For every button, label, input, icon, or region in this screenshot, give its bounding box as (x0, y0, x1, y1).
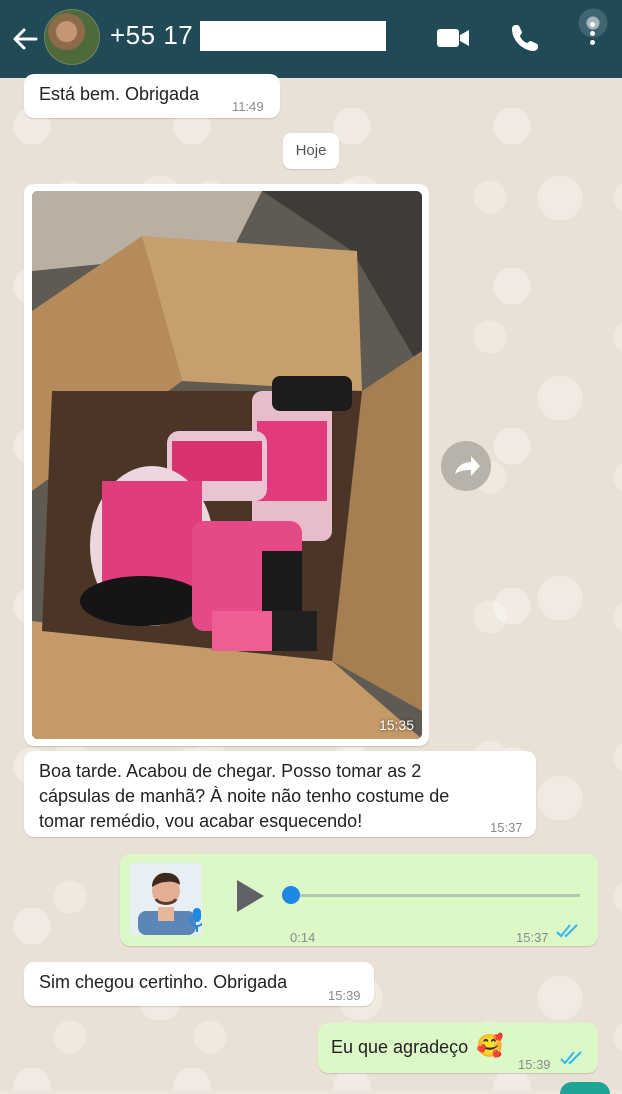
voice-duration: 0:14 (290, 930, 316, 945)
read-receipt-icon (556, 924, 578, 938)
menu-dot (590, 31, 595, 36)
message-time: 15:37 (490, 820, 523, 835)
message-text: Está bem. Obrigada (39, 84, 200, 104)
menu-dot (590, 40, 595, 45)
chat-header: +55 17 (0, 0, 622, 78)
voice-progress-track[interactable] (290, 894, 580, 897)
message-text: Sim chegou certinho. Obrigada (39, 972, 288, 992)
message-time: 15:39 (518, 1057, 551, 1072)
floating-action-button[interactable] (560, 1082, 610, 1094)
contact-name[interactable]: +55 17 (110, 20, 193, 51)
back-arrow-icon[interactable] (10, 24, 40, 54)
play-icon[interactable] (234, 878, 266, 914)
video-call-icon[interactable] (436, 26, 470, 50)
microphone-icon (189, 908, 202, 932)
smiling-face-with-hearts-emoji: 🥰 (476, 1033, 504, 1058)
message-text: Eu que agradeço (331, 1037, 469, 1057)
phone-call-icon[interactable] (510, 22, 540, 52)
contact-avatar[interactable] (44, 9, 100, 65)
message-text: Boa tarde. Acabou de chegar. Posso tomar… (39, 759, 519, 834)
message-outgoing[interactable]: Eu que agradeço 🥰 15:39 (318, 1023, 598, 1073)
menu-dot (590, 22, 595, 27)
read-receipt-icon (560, 1051, 582, 1065)
message-incoming[interactable]: Sim chegou certinho. Obrigada 15:39 (24, 962, 374, 1006)
forward-button[interactable] (441, 441, 491, 491)
forward-arrow-icon (455, 456, 480, 476)
message-time: 11:49 (232, 99, 264, 114)
message-line: Boa tarde. Acabou de chegar. Posso tomar… (39, 761, 422, 781)
message-incoming[interactable]: Boa tarde. Acabou de chegar. Posso tomar… (24, 751, 536, 837)
redacted-number-box (200, 21, 386, 51)
message-line: tomar remédio, vou acabar esquecendo! (39, 811, 363, 831)
message-time: 15:39 (328, 988, 361, 1003)
message-incoming[interactable]: Está bem. Obrigada 11:49 (24, 74, 280, 118)
voice-sender-avatar (130, 863, 202, 935)
voice-progress-knob[interactable] (282, 886, 300, 904)
message-time: 15:35 (378, 717, 414, 733)
message-line: cápsulas de manhã? À noite não tenho cos… (39, 786, 450, 806)
photo-attachment[interactable]: 15:35 (32, 191, 422, 739)
message-time: 15:37 (516, 930, 549, 945)
date-separator: Hoje (283, 133, 339, 169)
package-photo (32, 191, 422, 739)
more-options-icon[interactable] (576, 8, 608, 48)
